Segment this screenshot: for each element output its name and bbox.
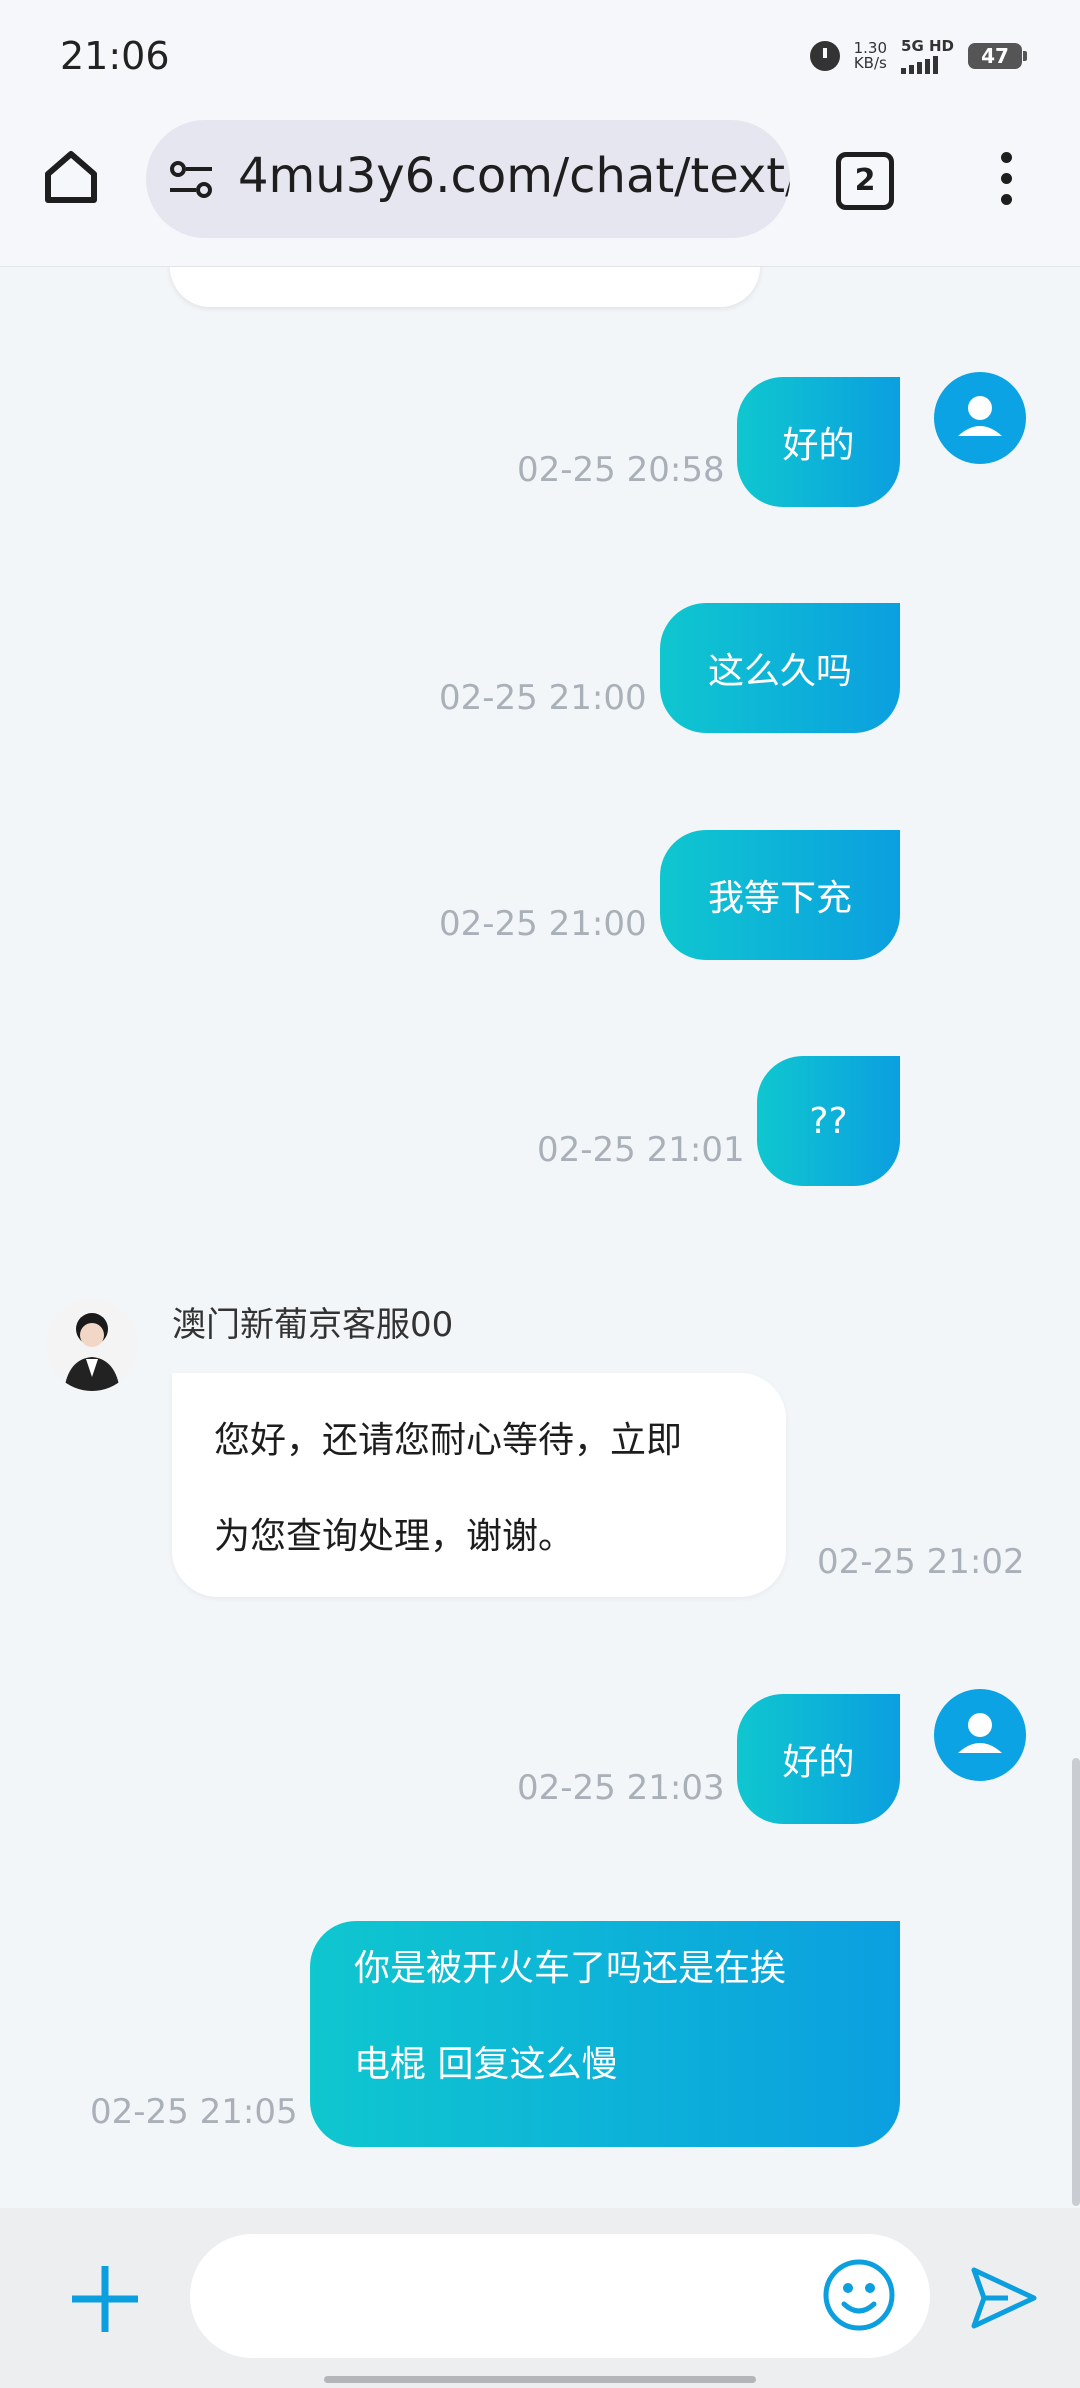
scrollbar[interactable] xyxy=(1072,1758,1080,2206)
tab-switcher-button[interactable]: 2 xyxy=(836,152,894,210)
net-speed-unit: KB/s xyxy=(853,54,887,72)
user-message-line: 电棍 回复这么慢 xyxy=(354,2044,618,2085)
user-message-bubble: 好的 xyxy=(737,1694,900,1824)
plus-icon[interactable] xyxy=(70,2264,140,2334)
browser-toolbar: 4mu3y6.com/chat/text/ 2 xyxy=(0,118,1080,267)
alarm-icon xyxy=(809,41,840,71)
emoji-icon[interactable] xyxy=(822,2258,896,2332)
agent-avatar xyxy=(46,1299,138,1391)
chat-message-list[interactable]: 好的 02-25 20:58 这么久吗 02-25 21:00 我等下充 02-… xyxy=(0,267,1080,2207)
user-avatar xyxy=(934,1689,1026,1781)
message-timestamp: 02-25 21:02 xyxy=(817,1542,1025,1582)
send-icon[interactable] xyxy=(968,2262,1040,2334)
home-icon[interactable] xyxy=(40,146,102,208)
user-message-bubble: 这么久吗 xyxy=(660,603,900,733)
url-text: 4mu3y6.com/chat/text/ xyxy=(238,148,790,204)
user-message-bubble: 你是被开火车了吗还是在挨 电棍 回复这么慢 xyxy=(310,1921,900,2147)
user-message-bubble: 我等下充 xyxy=(660,830,900,960)
network-type: 5G HD xyxy=(901,37,954,55)
message-timestamp: 02-25 21:00 xyxy=(439,678,647,718)
previous-message-bubble xyxy=(170,267,760,307)
agent-name: 澳门新葡京客服00 xyxy=(172,1305,454,1345)
net-speed: 1.30 KB/s xyxy=(854,41,887,71)
message-composer xyxy=(0,2208,1080,2388)
agent-message-line: 您好，还请您耐心等待，立即 xyxy=(214,1420,683,1461)
home-indicator[interactable] xyxy=(324,2376,756,2383)
status-icons: 1.30 KB/s 5G HD 47 xyxy=(809,38,1027,74)
user-avatar xyxy=(934,372,1026,464)
status-time: 21:06 xyxy=(60,34,170,78)
message-timestamp: 02-25 20:58 xyxy=(517,450,725,490)
network-indicator: 5G HD xyxy=(901,38,954,74)
more-vert-icon[interactable] xyxy=(996,152,1016,208)
message-timestamp: 02-25 21:00 xyxy=(439,904,647,944)
user-message-bubble: ?? xyxy=(757,1056,900,1186)
battery-icon: 47 xyxy=(968,43,1027,69)
tune-icon[interactable] xyxy=(168,160,214,200)
user-message-bubble: 好的 xyxy=(737,377,900,507)
agent-message-line: 为您查询处理，谢谢。 xyxy=(214,1516,575,1557)
message-timestamp: 02-25 21:05 xyxy=(90,2092,298,2132)
message-timestamp: 02-25 21:01 xyxy=(537,1130,745,1170)
address-bar[interactable]: 4mu3y6.com/chat/text/ xyxy=(146,120,790,238)
message-timestamp: 02-25 21:03 xyxy=(517,1768,725,1808)
signal-icon xyxy=(901,56,954,74)
status-bar: 21:06 1.30 KB/s 5G HD 47 xyxy=(0,0,1080,118)
user-message-line: 你是被开火车了吗还是在挨 xyxy=(354,1948,787,1989)
message-input[interactable] xyxy=(190,2234,930,2358)
agent-message-bubble: 您好，还请您耐心等待，立即 为您查询处理，谢谢。 xyxy=(172,1373,786,1597)
